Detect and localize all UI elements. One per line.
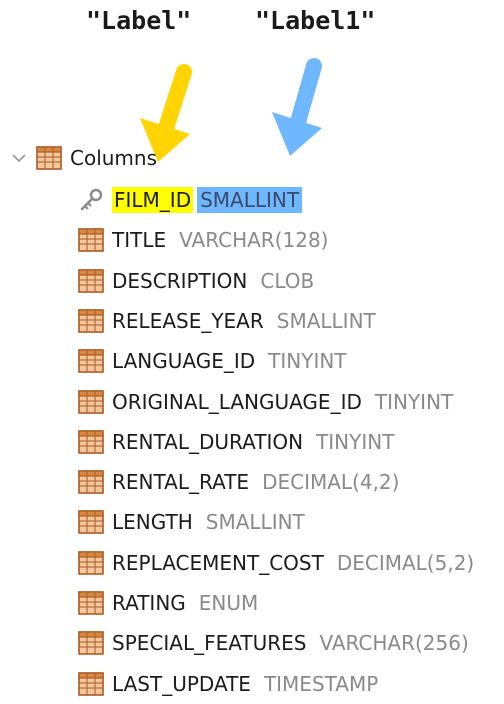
column-icon (78, 550, 104, 575)
key-icon (78, 188, 104, 212)
column-icon (78, 631, 104, 656)
label-annotation: "Label" (86, 6, 192, 35)
column-name: REPLACEMENT_COST (112, 550, 324, 575)
blue-arrow (272, 58, 322, 156)
column-name: RENTAL_RATE (112, 470, 250, 495)
column-icon (78, 228, 104, 253)
column-type: TIMESTAMP (263, 671, 379, 696)
tree-node-label: Columns (70, 146, 158, 170)
tree-node-column[interactable]: TITLE VARCHAR(128) (78, 220, 331, 260)
column-icon (78, 470, 104, 494)
column-name: TITLE (112, 228, 167, 253)
column-name: RATING (112, 591, 186, 615)
tree-node-column[interactable]: RATING ENUM (78, 583, 261, 623)
tree-node-column[interactable]: FILM_ID SMALLINT (78, 180, 303, 220)
tree-node-column[interactable]: REPLACEMENT_COST DECIMAL(5,2) (78, 543, 477, 583)
column-type: VARCHAR(256) (319, 631, 469, 656)
column-icon (78, 429, 104, 454)
column-type: SMALLINT (276, 308, 376, 333)
tree-node-column[interactable]: LENGTH SMALLINT (78, 502, 308, 542)
tree-node-column[interactable]: ORIGINAL_LANGUAGE_ID TINYINT (78, 382, 456, 422)
chevron-down-icon[interactable] (8, 147, 30, 169)
column-name: RENTAL_DURATION (112, 429, 304, 454)
column-type: TINYINT (374, 389, 454, 414)
column-name: RELEASE_YEAR (112, 308, 264, 333)
table-icon (36, 146, 62, 170)
column-type: SMALLINT (197, 187, 303, 213)
column-type: VARCHAR(128) (179, 228, 329, 253)
column-name: SPECIAL_FEATURES (112, 631, 307, 656)
column-type: DECIMAL(5,2) (336, 550, 475, 575)
tree-node-columns[interactable]: Columns (8, 138, 157, 178)
label1-annotation: "Label1" (255, 6, 376, 35)
tree-node-column[interactable]: LANGUAGE_ID TINYINT (78, 341, 350, 381)
tree-node-column[interactable]: DESCRIPTION CLOB (78, 261, 317, 301)
column-icon (78, 309, 104, 333)
column-icon (78, 389, 104, 414)
column-type: TINYINT (316, 429, 395, 454)
column-name: DESCRIPTION (112, 268, 248, 293)
column-icon (78, 349, 104, 373)
tree-node-column[interactable]: RENTAL_RATE DECIMAL(4,2) (78, 462, 402, 502)
column-type: DECIMAL(4,2) (262, 470, 400, 495)
column-name: ORIGINAL_LANGUAGE_ID (112, 389, 362, 414)
column-icon (78, 268, 104, 293)
column-type: CLOB (260, 268, 315, 293)
column-icon (78, 591, 104, 615)
column-type: ENUM (198, 591, 259, 615)
tree-node-column[interactable]: SPECIAL_FEATURES VARCHAR(256) (78, 623, 472, 663)
column-icon (78, 671, 104, 696)
column-name: LAST_UPDATE (112, 671, 251, 696)
column-icon (78, 510, 104, 535)
column-name: LANGUAGE_ID (112, 349, 256, 374)
column-type: TINYINT (268, 349, 347, 374)
column-name: LENGTH (112, 510, 193, 535)
tree-node-column[interactable]: RELEASE_YEAR SMALLINT (78, 301, 379, 341)
tree-node-column[interactable]: RENTAL_DURATION TINYINT (78, 422, 397, 462)
column-type: SMALLINT (205, 510, 305, 535)
column-name: FILM_ID (112, 187, 194, 213)
tree-node-column[interactable]: LAST_UPDATE TIMESTAMP (78, 664, 381, 704)
